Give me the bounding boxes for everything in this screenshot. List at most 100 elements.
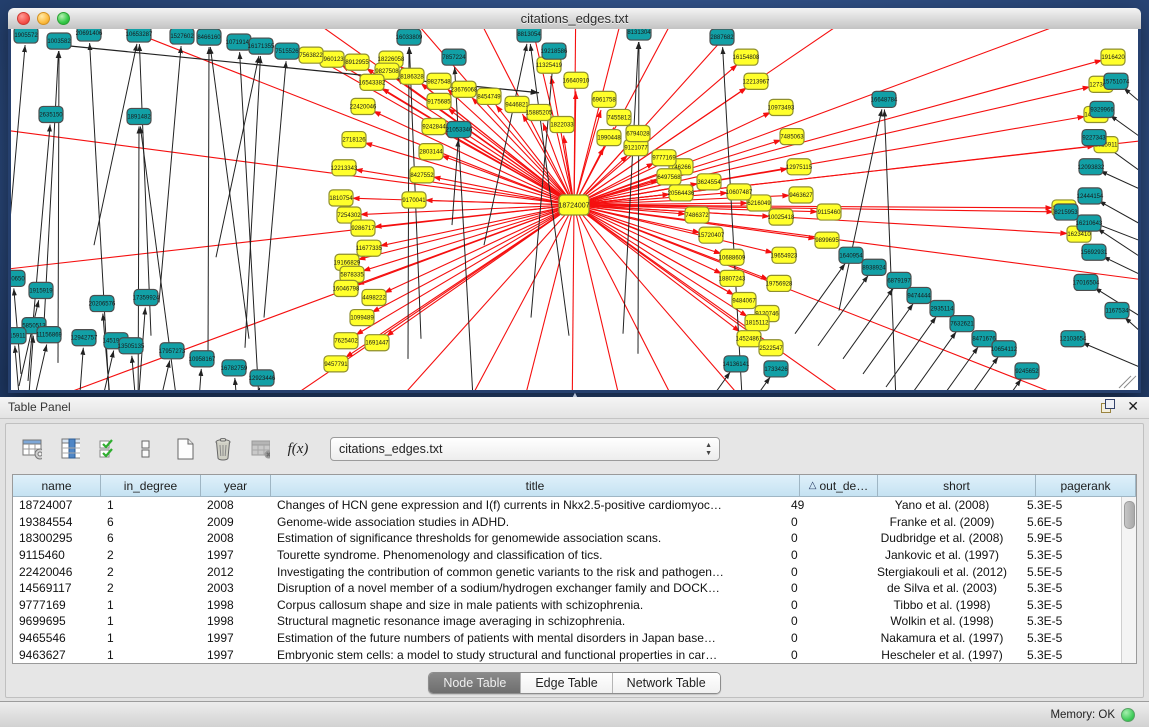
graph-node-teal[interactable]: 16648784 bbox=[871, 91, 898, 107]
citation-edge-black[interactable] bbox=[863, 304, 913, 374]
network-table-select[interactable]: citations_edges.txt ▲▼ bbox=[330, 437, 720, 461]
tab-node-table[interactable]: Node Table bbox=[429, 673, 521, 693]
citation-edge-black[interactable] bbox=[843, 289, 893, 359]
column-header-name[interactable]: name bbox=[13, 475, 101, 496]
delete-table-icon[interactable] bbox=[244, 434, 276, 464]
citation-edge-black[interactable] bbox=[1125, 317, 1139, 334]
graph-node-yellow[interactable]: 1691447 bbox=[365, 335, 389, 351]
function-builder-icon[interactable]: f(x) bbox=[282, 434, 314, 464]
graph-node-teal[interactable]: 9474444 bbox=[907, 287, 931, 303]
network-window[interactable]: citations_edges.txt 89601238912955 756382… bbox=[8, 8, 1141, 393]
column-header-title[interactable]: title bbox=[271, 475, 800, 496]
scrollbar-thumb[interactable] bbox=[1124, 501, 1135, 529]
citation-edge-black[interactable] bbox=[455, 67, 475, 390]
graph-node-yellow[interactable]: 9286717 bbox=[351, 220, 375, 236]
table-row[interactable]: 911546021997Tourette syndrome. Phenomeno… bbox=[13, 547, 1121, 564]
graph-node-teal[interactable]: 1640954 bbox=[839, 247, 863, 263]
graph-node-yellow[interactable]: 15720407 bbox=[698, 227, 725, 243]
graph-node-yellow[interactable]: 18807243 bbox=[719, 270, 746, 286]
citation-edge-black[interactable] bbox=[195, 369, 201, 390]
graph-node-teal[interactable]: 21053346 bbox=[446, 122, 473, 138]
tab-edge-table[interactable]: Edge Table bbox=[521, 673, 612, 693]
table-row[interactable]: 946362711997Embryonic stem cells: a mode… bbox=[13, 646, 1121, 663]
graph-node-teal[interactable]: 16782759 bbox=[221, 360, 248, 376]
citation-edge-black[interactable] bbox=[1082, 343, 1138, 369]
graph-node-teal[interactable]: 2635150 bbox=[39, 106, 63, 122]
graph-node-yellow[interactable]: 6497568 bbox=[657, 169, 681, 185]
graph-node-teal[interactable]: 2887682 bbox=[710, 29, 734, 45]
delete-column-icon[interactable] bbox=[206, 434, 238, 464]
graph-node-teal[interactable]: 12923446 bbox=[249, 370, 276, 386]
graph-node-teal[interactable]: 1891482 bbox=[127, 108, 151, 124]
citation-edge-black[interactable] bbox=[906, 332, 956, 390]
graph-node-yellow[interactable]: 19654923 bbox=[771, 247, 798, 263]
graph-node-yellow[interactable]: 9170041 bbox=[402, 192, 426, 208]
column-header-year[interactable]: year bbox=[201, 475, 271, 496]
graph-node-teal[interactable]: 17359924 bbox=[133, 289, 160, 305]
network-canvas[interactable]: 8960123891295575638221822605898275081654… bbox=[8, 29, 1141, 393]
graph-node-teal[interactable]: 1733426 bbox=[764, 361, 788, 377]
float-panel-icon[interactable] bbox=[1101, 399, 1115, 413]
graph-node-yellow[interactable]: 20564436 bbox=[668, 185, 695, 201]
citation-edge-black[interactable] bbox=[208, 47, 209, 359]
graph-node-teal[interactable]: 10958167 bbox=[189, 351, 216, 367]
graph-node-teal[interactable]: 12942757 bbox=[71, 330, 98, 346]
graph-node-yellow[interactable]: 1822033 bbox=[550, 116, 574, 132]
citation-edge-black[interactable] bbox=[240, 388, 260, 390]
table-row[interactable]: 1456911722003Disruption of a novel membe… bbox=[13, 580, 1121, 597]
graph-node-teal[interactable]: 12093832 bbox=[1078, 159, 1105, 175]
graph-node-yellow[interactable]: 9115460 bbox=[817, 204, 841, 220]
graph-node-yellow[interactable]: 7625402 bbox=[334, 333, 358, 349]
citation-edge-red[interactable] bbox=[561, 205, 574, 390]
graph-node-teal[interactable]: 2260650 bbox=[11, 270, 25, 286]
network-window-titlebar[interactable]: citations_edges.txt bbox=[8, 8, 1141, 30]
citation-edge-black[interactable] bbox=[11, 45, 25, 301]
graph-node-teal[interactable]: 6879197 bbox=[887, 272, 911, 288]
citation-edge-black[interactable] bbox=[1110, 115, 1138, 139]
citation-edge-black[interactable] bbox=[720, 377, 770, 390]
graph-node-teal[interactable]: 9245652 bbox=[1015, 363, 1039, 379]
graph-node-teal[interactable]: 16033809 bbox=[396, 29, 423, 45]
graph-node-yellow[interactable]: 8960123 bbox=[320, 51, 344, 67]
table-row[interactable]: 2242004622012Investigating the contribut… bbox=[13, 563, 1121, 580]
citation-edge-black[interactable] bbox=[94, 44, 137, 245]
graph-node-yellow[interactable]: 6961758 bbox=[592, 91, 616, 107]
citation-edge-black[interactable] bbox=[818, 275, 868, 345]
graph-node-yellow[interactable]: 9484067 bbox=[732, 292, 756, 308]
graph-node-teal[interactable]: 7857224 bbox=[442, 49, 466, 65]
graph-node-yellow[interactable]: 9457791 bbox=[324, 356, 348, 372]
graph-node-teal[interactable]: 17016504 bbox=[1073, 274, 1100, 290]
citation-edge-red[interactable] bbox=[574, 205, 769, 280]
citation-edge-black[interactable] bbox=[150, 361, 170, 390]
graph-node-teal[interactable]: 15751074 bbox=[1103, 73, 1130, 89]
table-row[interactable]: 969969511998Structural magnetic resonanc… bbox=[13, 613, 1121, 630]
graph-node-yellow[interactable]: 9827548 bbox=[427, 73, 451, 89]
citation-edge-red[interactable] bbox=[384, 205, 574, 293]
graph-node-yellow[interactable]: 16640910 bbox=[563, 72, 590, 88]
graph-node-teal[interactable]: 2935114 bbox=[930, 301, 954, 317]
graph-node-yellow[interactable]: 6794028 bbox=[626, 126, 650, 142]
citation-edge-red[interactable] bbox=[574, 87, 1090, 205]
graph-node-yellow[interactable]: 8454749 bbox=[477, 88, 501, 104]
graph-node-teal[interactable]: 1915919 bbox=[29, 282, 53, 298]
graph-node-teal[interactable]: 1527602 bbox=[170, 29, 194, 44]
citation-edge-red[interactable] bbox=[356, 205, 575, 335]
table-row[interactable]: 1830029562008Estimation of significance … bbox=[13, 530, 1121, 547]
graph-node-yellow[interactable]: 10688609 bbox=[719, 249, 746, 265]
graph-node-yellow[interactable]: 9175685 bbox=[427, 93, 451, 109]
graph-node-yellow[interactable]: 8912955 bbox=[345, 54, 369, 70]
graph-node-hub[interactable]: 18724007 bbox=[558, 195, 589, 215]
citation-edge-black[interactable] bbox=[94, 350, 114, 390]
graph-node-yellow[interactable]: 7455812 bbox=[607, 109, 631, 125]
graph-node-teal[interactable]: 12103654 bbox=[1060, 331, 1087, 347]
graph-node-yellow[interactable]: 7563822 bbox=[299, 47, 323, 63]
graph-node-teal[interactable]: 12444154 bbox=[1077, 188, 1104, 204]
graph-node-teal[interactable]: 11156869 bbox=[36, 327, 62, 343]
citation-edge-black[interactable] bbox=[245, 56, 261, 348]
close-panel-icon[interactable]: ✕ bbox=[1127, 399, 1139, 413]
column-header-pagerank[interactable]: pagerank bbox=[1036, 475, 1136, 496]
column-header-in_degree[interactable]: in_degree bbox=[101, 475, 201, 496]
graph-node-yellow[interactable]: 15885205 bbox=[526, 104, 553, 120]
graph-node-teal[interactable]: 8938924 bbox=[862, 259, 886, 275]
graph-node-yellow[interactable]: 16046798 bbox=[333, 280, 360, 296]
